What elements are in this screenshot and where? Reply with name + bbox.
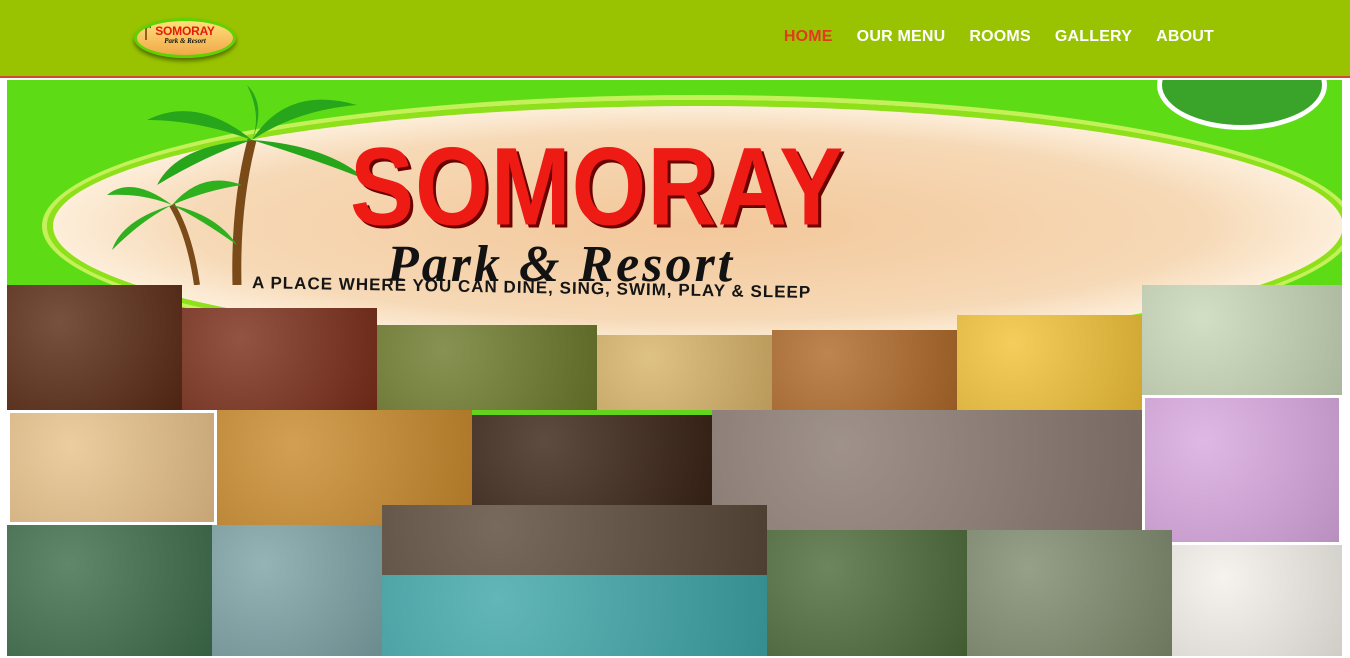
- logo-subtitle: Park & Resort: [164, 37, 206, 45]
- photo-coconut-drink: [1142, 285, 1342, 395]
- small-palm-tree-image: [107, 180, 242, 285]
- photo-milkshake-glass: [1172, 545, 1342, 656]
- photo-halo-halo: [1142, 395, 1342, 545]
- photo-water-slide: [212, 525, 382, 656]
- site-header: SOMORAY Park & Resort HOME OUR MENU ROOM…: [0, 0, 1350, 78]
- photo-sandwich: [597, 335, 772, 410]
- nav-home[interactable]: HOME: [784, 28, 833, 46]
- photo-grilled-ribs: [7, 285, 182, 410]
- photo-vegetable-dish: [377, 325, 597, 410]
- photo-dining-table: [712, 410, 1142, 530]
- nav-gallery[interactable]: GALLERY: [1055, 28, 1132, 46]
- photo-shrimp-salad: [7, 410, 217, 525]
- photo-sizzling-plate: [472, 415, 712, 505]
- photo-swimming-pool: [382, 575, 767, 656]
- hero-title: SOMORAY: [350, 125, 845, 249]
- site-logo[interactable]: SOMORAY Park & Resort: [134, 18, 236, 58]
- main-nav: HOME OUR MENU ROOMS GALLERY ABOUT: [784, 28, 1214, 46]
- nav-rooms[interactable]: ROOMS: [969, 28, 1030, 46]
- photo-river-park: [7, 525, 212, 656]
- photo-mango-shake: [957, 315, 1142, 410]
- photo-restaurant-hall: [382, 505, 767, 575]
- photo-kayak: [767, 530, 967, 656]
- hero-banner: SOMORAY Park & Resort A PLACE WHERE YOU …: [7, 80, 1342, 656]
- photo-bbq-meat: [182, 308, 377, 410]
- palm-tree-icon: [141, 22, 151, 40]
- nav-our-menu[interactable]: OUR MENU: [857, 28, 946, 46]
- photo-pasta: [772, 330, 957, 410]
- photo-playground: [967, 530, 1172, 656]
- logo-title: SOMORAY: [155, 24, 215, 38]
- nav-about[interactable]: ABOUT: [1156, 28, 1214, 46]
